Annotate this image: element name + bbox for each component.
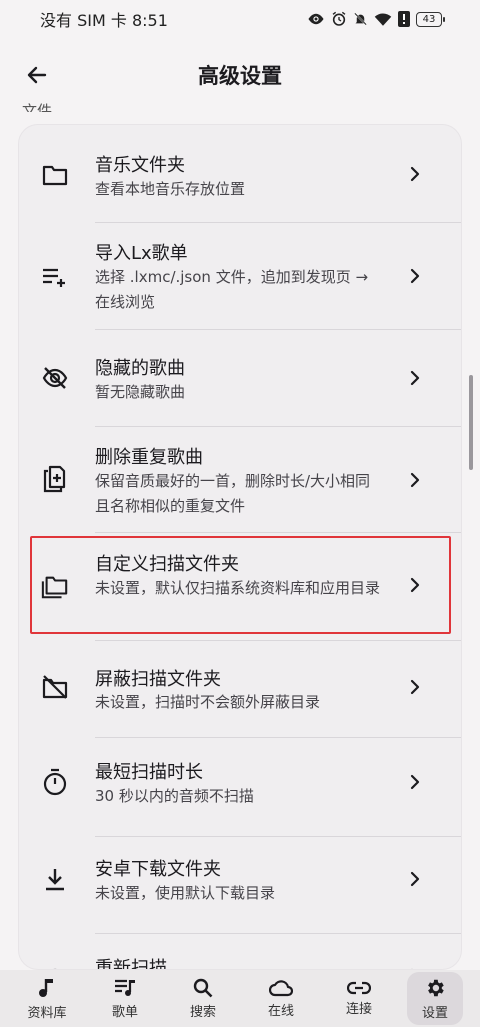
nav-online[interactable]: 在线 [251,972,311,1025]
eye-off-icon [41,364,69,392]
item-title: 自定义扫描文件夹 [95,554,239,575]
item-subtitle: 保留音质最好的一首，删除时长/大小相同且名称相似的重复文件 [95,472,371,515]
download-icon [41,865,69,893]
item-subtitle: 暂无隐藏歌曲 [95,383,186,401]
item-title: 导入Lx歌单 [95,243,188,264]
scrollbar[interactable] [469,375,473,470]
item-title: 安卓下载文件夹 [95,859,221,880]
chevron-right-icon [407,268,423,284]
timer-icon [41,768,69,796]
chevron-right-icon [407,472,423,488]
eye-icon [307,12,325,26]
nav-label: 搜索 [189,1004,216,1020]
item-subtitle: 未设置，使用默认下载目录 [95,884,276,902]
search-icon [193,978,213,997]
item-subtitle: 30 秒以内的音频不扫描 [95,787,254,805]
status-icons: 43 [307,11,445,27]
gear-icon [428,979,444,996]
item-title: 重新扫描 [95,958,167,970]
bottom-nav: 资料库 歌单 搜索 在线 连接 设置 [0,970,480,1027]
battery-indicator: 43 [416,11,445,27]
item-title: 屏蔽扫描文件夹 [95,669,221,690]
item-subtitle: 查看本地音乐存放位置 [95,180,246,198]
carrier-time: 没有 SIM 卡 8:51 [40,11,168,30]
music-folder-item[interactable]: 音乐文件夹 查看本地音乐存放位置 [19,125,461,222]
app-bar: 高级设置 [0,46,480,102]
folders-icon [41,573,69,601]
nav-label: 连接 [345,1001,372,1017]
item-subtitle: 未设置，扫描时不会额外屏蔽目录 [95,693,321,711]
rescan-item[interactable]: 重新扫描 [19,934,461,970]
android-download-folder-item[interactable]: 安卓下载文件夹 未设置，使用默认下载目录 [19,837,461,933]
status-bar: 没有 SIM 卡 8:51 43 [0,0,480,38]
section-heading: 文件 [22,102,53,112]
hidden-songs-item[interactable]: 隐藏的歌曲 暂无隐藏歌曲 [19,330,461,426]
nav-connect[interactable]: 连接 [329,972,389,1025]
wifi-icon [374,12,392,26]
item-title: 最短扫描时长 [95,762,203,783]
chevron-right-icon [407,679,423,695]
nav-settings[interactable]: 设置 [407,972,463,1025]
nav-label: 歌单 [111,1004,138,1020]
link-icon [347,981,371,994]
nav-label: 设置 [421,1005,448,1021]
item-subtitle: 选择 .lxmc/.json 文件，追加到发现页 → 在线浏览 [95,268,369,311]
notification-alert-icon [398,11,410,27]
alarm-icon [331,11,347,27]
nav-library[interactable]: 资料库 [17,972,77,1025]
chevron-right-icon [407,370,423,386]
item-title: 隐藏的歌曲 [95,358,185,379]
page-title: 高级设置 [198,64,282,88]
folder-off-icon [41,673,69,701]
cloud-icon [269,979,293,996]
chevron-right-icon [407,871,423,887]
delete-duplicates-item[interactable]: 删除重复歌曲 保留音质最好的一首，删除时长/大小相同且名称相似的重复文件 [19,427,461,532]
chevron-right-icon [407,774,423,790]
music-note-icon [39,978,53,997]
nav-search[interactable]: 搜索 [173,972,233,1025]
queue-music-icon [115,979,135,996]
nav-label: 资料库 [27,1005,67,1021]
mute-bell-icon [353,11,368,27]
item-title: 删除重复歌曲 [95,447,203,468]
min-scan-duration-item[interactable]: 最短扫描时长 30 秒以内的音频不扫描 [19,738,461,836]
chevron-right-icon [407,166,423,182]
nav-playlists[interactable]: 歌单 [95,972,155,1025]
nav-label: 在线 [267,1003,294,1019]
custom-scan-folders-item[interactable]: 自定义扫描文件夹 未设置，默认仅扫描系统资料库和应用目录 [19,533,461,640]
settings-list: 音乐文件夹 查看本地音乐存放位置 导入Lx歌单 选择 .lxmc/.json 文… [18,124,462,970]
import-lx-playlist-item[interactable]: 导入Lx歌单 选择 .lxmc/.json 文件，追加到发现页 → 在线浏览 [19,223,461,328]
folder-icon [41,161,69,189]
playlist-add-icon [41,263,69,291]
chevron-right-icon [407,577,423,593]
clipboard-plus-icon [41,465,69,493]
item-subtitle: 未设置，默认仅扫描系统资料库和应用目录 [95,579,381,597]
item-title: 音乐文件夹 [95,155,185,176]
blocked-scan-folders-item[interactable]: 屏蔽扫描文件夹 未设置，扫描时不会额外屏蔽目录 [19,641,461,737]
